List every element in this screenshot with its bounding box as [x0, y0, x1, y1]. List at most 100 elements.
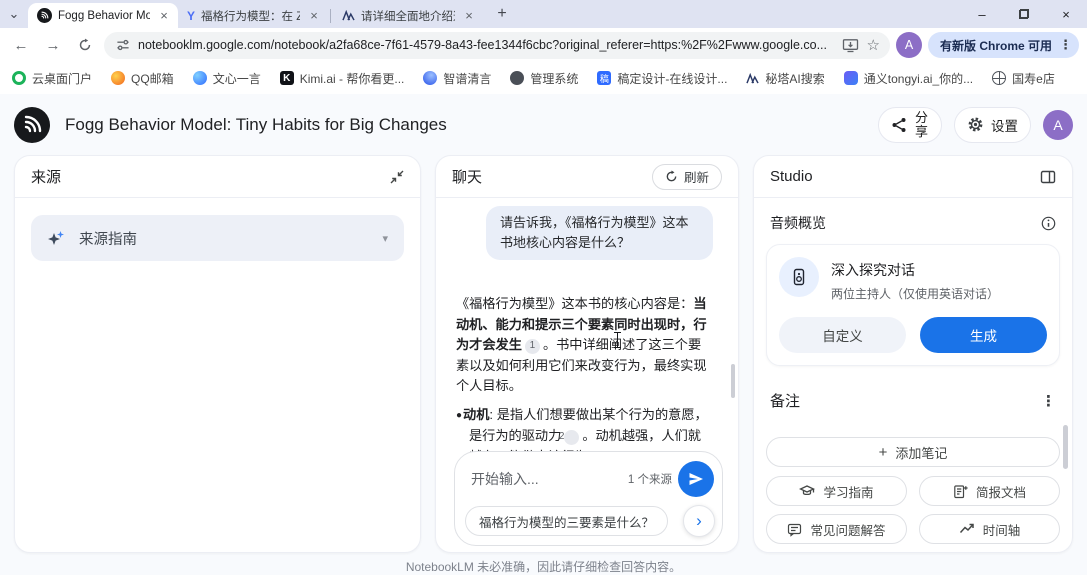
next-suggestion-button[interactable]: ›: [683, 505, 715, 537]
bookmark-label: 智谱清言: [443, 70, 491, 87]
tab-search-chevron-icon[interactable]: ⌄: [0, 0, 28, 28]
citation-chip-1[interactable]: 1: [525, 339, 540, 354]
bookmark-metaso[interactable]: 秘塔AI搜索: [746, 70, 824, 87]
restore-button[interactable]: [1003, 0, 1045, 28]
generate-button[interactable]: 生成: [920, 317, 1047, 353]
bookmark-zhipu[interactable]: 智谱清言: [423, 70, 491, 87]
split-columns-icon[interactable]: [1040, 169, 1056, 185]
notebooklm-logo-icon[interactable]: [14, 107, 50, 143]
bullet-icon: ●: [456, 410, 462, 421]
bookmark-kimi[interactable]: KKimi.ai - 帮你看更...: [280, 70, 405, 87]
chevron-down-icon[interactable]: ▾: [382, 232, 388, 245]
studio-body: 音频概览 深入探究对话 两位主持人（仅使用英语对话）: [754, 198, 1072, 553]
chrome-update-button[interactable]: 有新版 Chrome 可用 ⋮: [928, 32, 1079, 58]
share-label: 分享: [914, 111, 929, 139]
tab-close-icon[interactable]: ×: [461, 8, 477, 24]
bullet-bold-text: 动机: [463, 407, 489, 422]
bookmarks-bar: 云桌面门户 QQ邮箱 文心一言 KKimi.ai - 帮你看更... 智谱清言 …: [0, 62, 1087, 94]
tab-metaso[interactable]: 请详细全面地介绍这本书《福格 ×: [333, 3, 483, 28]
notebooklm-favicon-icon: [37, 8, 52, 23]
assistant-paragraph: 《福格行为模型》这本书的核心内容是：当动机、能力和提示三个要素同时出现时，行为才…: [456, 294, 708, 397]
bookmark-qqmail[interactable]: QQ邮箱: [111, 70, 174, 87]
forward-button[interactable]: →: [40, 32, 66, 58]
audio-overview-card: 深入探究对话 两位主持人（仅使用英语对话） 自定义 生成: [766, 244, 1060, 366]
sources-title: 来源: [31, 166, 61, 187]
studio-scrollbar[interactable]: [1063, 425, 1068, 469]
refresh-icon: [665, 170, 678, 183]
tab-strip: ⌄ Fogg Behavior Model: Tiny H × Y 福格行为模型…: [0, 0, 1087, 28]
tab-title: Fogg Behavior Model: Tiny H: [58, 10, 150, 22]
tab-zlibrary[interactable]: Y 福格行为模型：在 Z-Library 上 ×: [178, 3, 328, 28]
bookmark-guanli[interactable]: 管理系统: [510, 70, 578, 87]
sources-panel: 来源 来源指南 ▾: [14, 155, 421, 553]
disclaimer-text: NotebookLM 未必准确，因此请仔细检查回答内容。: [0, 558, 1087, 575]
chat-title: 聊天: [452, 166, 482, 187]
briefing-doc-button[interactable]: 简报文档: [919, 476, 1060, 506]
study-guide-button[interactable]: 学习指南: [766, 476, 907, 506]
bookmark-label: Kimi.ai - 帮你看更...: [300, 70, 405, 87]
paper-plane-icon: [688, 471, 704, 487]
close-window-button[interactable]: ×: [1045, 0, 1087, 28]
bookmark-favicon-icon: [423, 71, 437, 85]
studio-actions: 学习指南 简报文档 常见问题解答 时间轴: [766, 476, 1060, 544]
bookmark-tongyi[interactable]: 通义tongyi.ai_你的...: [844, 70, 973, 87]
browser-profile-avatar[interactable]: A: [896, 32, 922, 58]
reload-button[interactable]: [72, 32, 98, 58]
action-label: 时间轴: [983, 520, 1021, 539]
minimize-button[interactable]: –: [961, 0, 1003, 28]
chat-input[interactable]: [471, 471, 622, 487]
bookmark-favicon-icon: 稿: [597, 71, 611, 85]
site-info-icon[interactable]: [116, 38, 130, 52]
send-button[interactable]: [678, 461, 714, 497]
notes-menu-icon[interactable]: ⋮: [1041, 392, 1056, 410]
info-icon[interactable]: [1041, 216, 1056, 231]
notebook-title[interactable]: Fogg Behavior Model: Tiny Habits for Big…: [65, 115, 447, 135]
window-controls: – ×: [961, 0, 1087, 28]
customize-button[interactable]: 自定义: [779, 317, 906, 353]
bookmark-star-icon[interactable]: ☆: [867, 36, 880, 54]
chat-scrollbar[interactable]: [731, 364, 735, 398]
citation-chip-2[interactable]: 2: [564, 430, 579, 445]
tab-close-icon[interactable]: ×: [156, 8, 172, 24]
chat-header: 聊天 刷新: [436, 156, 738, 198]
gear-icon: [967, 116, 984, 133]
bookmark-gaoding[interactable]: 稿稿定设计-在线设计...: [597, 70, 727, 87]
account-avatar[interactable]: A: [1043, 110, 1073, 140]
url-text[interactable]: notebooklm.google.com/notebook/a2fa68ce-…: [138, 38, 834, 52]
bookmark-label: 国寿e店: [1012, 70, 1055, 87]
suggested-question-chip[interactable]: 福格行为模型的三要素是什么？: [465, 506, 668, 536]
tab-close-icon[interactable]: ×: [306, 8, 322, 24]
add-note-button[interactable]: + 添加笔记: [766, 437, 1060, 467]
refresh-button[interactable]: 刷新: [652, 164, 722, 190]
browser-menu-icon[interactable]: ⋮: [1059, 37, 1072, 53]
bookmark-label: 秘塔AI搜索: [765, 70, 824, 87]
timeline-button[interactable]: 时间轴: [919, 514, 1060, 544]
tab-notebooklm[interactable]: Fogg Behavior Model: Tiny H ×: [28, 3, 178, 28]
settings-button[interactable]: 设置: [954, 107, 1031, 143]
add-note-label: 添加笔记: [895, 443, 947, 462]
studio-title: Studio: [770, 168, 813, 185]
bookmark-guoshou[interactable]: 国寿e店: [992, 70, 1055, 87]
install-app-icon[interactable]: [842, 38, 859, 53]
bookmark-wenxin[interactable]: 文心一言: [193, 70, 261, 87]
tab-title: 请详细全面地介绍这本书《福格: [361, 8, 455, 24]
source-count-label: 1 个来源: [628, 471, 672, 487]
omnibox[interactable]: notebooklm.google.com/notebook/a2fa68ce-…: [104, 32, 890, 59]
speech-bubble-icon: [787, 522, 802, 537]
share-icon: [891, 117, 907, 133]
refresh-label: 刷新: [684, 167, 709, 186]
source-guide-card[interactable]: 来源指南 ▾: [31, 215, 404, 261]
bookmark-label: 管理系统: [530, 70, 578, 87]
audio-card-title: 深入探究对话: [831, 257, 999, 280]
share-button[interactable]: 分享: [878, 107, 942, 143]
back-button[interactable]: ←: [8, 32, 34, 58]
bookmark-yunzhuomian[interactable]: 云桌面门户: [12, 70, 92, 87]
new-tab-button[interactable]: +: [489, 1, 515, 27]
app-header: Fogg Behavior Model: Tiny Habits for Big…: [0, 94, 1087, 155]
bookmark-favicon-icon: [844, 71, 858, 85]
collapse-panel-icon[interactable]: [390, 170, 404, 184]
update-label: 有新版 Chrome 可用: [940, 37, 1052, 54]
settings-label: 设置: [991, 115, 1018, 135]
faq-button[interactable]: 常见问题解答: [766, 514, 907, 544]
speaker-icon: [779, 257, 819, 297]
